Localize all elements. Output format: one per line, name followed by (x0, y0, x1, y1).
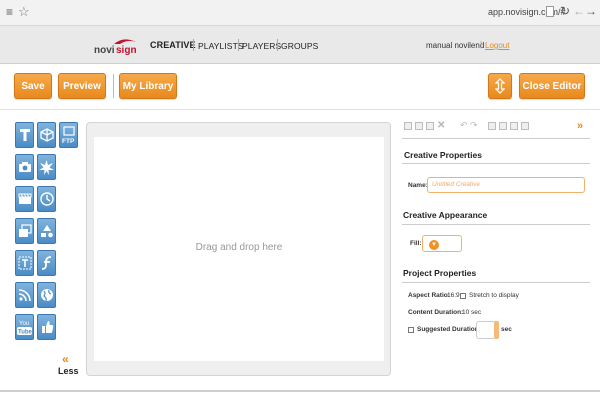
shapes-tool-icon[interactable] (37, 218, 56, 244)
stretch-label: Stretch to display (469, 292, 519, 299)
fill-dropdown-icon[interactable]: ▼ (429, 240, 439, 250)
back-icon[interactable]: ← (573, 4, 585, 18)
clock-tool-icon[interactable] (37, 186, 56, 212)
panel-divider (402, 282, 590, 283)
drop-zone[interactable]: Drag and drop here (94, 137, 384, 361)
nav-divider (277, 39, 278, 51)
rss-tool-icon[interactable] (15, 282, 34, 308)
forward-icon[interactable]: → (585, 4, 597, 18)
nav-playlists[interactable]: PLAYLISTS (198, 41, 244, 51)
video-tool-icon[interactable] (15, 186, 34, 212)
slideshow-tool-icon[interactable] (15, 218, 34, 244)
burst-tool-icon[interactable] (37, 154, 56, 180)
app-header: novi sign CREATIVE PLAYLISTS PLAYERS GRO… (0, 26, 600, 64)
browser-toolbar: ≡ ☆ app.novisign.com/# ↻ ← → (0, 0, 600, 26)
panel-divider (402, 138, 590, 139)
cut-icon[interactable] (415, 122, 423, 130)
duration-stepper[interactable] (494, 321, 499, 339)
nav-divider (238, 39, 239, 51)
delete-icon[interactable]: ✕ (437, 120, 445, 131)
ticker-tool-icon[interactable] (15, 250, 34, 276)
swap-orientation-button[interactable] (488, 73, 512, 99)
star-icon[interactable]: ☆ (18, 5, 30, 19)
3d-box-tool-icon[interactable] (37, 122, 56, 148)
editor-toolbar: Save Preview My Library Close Editor (0, 64, 600, 110)
menu-icon[interactable]: ≡ (6, 6, 13, 18)
nav-creative[interactable]: CREATIVE (150, 40, 196, 50)
nav-players[interactable]: PLAYERS (242, 41, 281, 51)
close-editor-button[interactable]: Close Editor (519, 73, 585, 99)
svg-text:sign: sign (116, 45, 137, 56)
youtube-tool-icon[interactable]: You Tube (15, 314, 34, 340)
canvas-frame: Drag and drop here (86, 122, 391, 376)
text-tool-icon[interactable] (15, 122, 34, 148)
ftp-tool-icon[interactable]: FTP (59, 122, 78, 148)
bring-forward-icon[interactable] (499, 122, 507, 130)
novisign-logo[interactable]: novi sign (94, 38, 146, 56)
send-back-icon[interactable] (521, 122, 529, 130)
fill-color-picker[interactable] (422, 235, 462, 252)
nav-groups[interactable]: GROUPS (281, 41, 318, 51)
project-properties-heading: Project Properties (403, 268, 477, 278)
user-name: manual novilend (426, 41, 485, 50)
svg-text:Tube: Tube (18, 330, 33, 336)
creative-appearance-heading: Creative Appearance (403, 210, 488, 220)
stretch-checkbox[interactable] (460, 293, 466, 299)
panel-expand-icon[interactable]: » (577, 120, 583, 132)
panel-divider (402, 163, 590, 164)
paste-icon[interactable] (426, 122, 434, 130)
swap-vertical-icon (495, 78, 505, 94)
properties-panel: ✕ ↶ ↷ » Creative Properties Name: Untitl… (398, 118, 592, 388)
aspect-ratio-label: Aspect Ratio: (408, 292, 450, 299)
svg-text:You: You (19, 321, 29, 327)
my-library-button[interactable]: My Library (119, 73, 177, 99)
redo-icon[interactable]: ↷ (470, 120, 478, 131)
creative-properties-heading: Creative Properties (404, 150, 482, 160)
less-toggle[interactable]: Less (58, 366, 79, 376)
save-button[interactable]: Save (14, 73, 52, 99)
user-separator: | (480, 40, 483, 49)
aspect-ratio-value: 16:9 (447, 292, 460, 299)
reload-icon[interactable]: ↻ (560, 4, 570, 18)
logout-link[interactable]: Logout (485, 41, 509, 50)
suggested-duration-checkbox[interactable] (408, 327, 414, 333)
less-arrow-icon[interactable]: « (62, 352, 69, 366)
suggested-duration-label: Suggested Duration: (417, 326, 481, 333)
facebook-tool-icon[interactable] (37, 314, 56, 340)
nav-divider (193, 39, 194, 51)
content-duration-label: Content Duration: (408, 309, 464, 316)
svg-text:novi: novi (94, 45, 115, 56)
fill-label: Fill: (410, 240, 422, 247)
camera-tool-icon[interactable] (15, 154, 34, 180)
name-label: Name: (408, 182, 428, 189)
page-bottom-border (0, 390, 600, 392)
toolbar-divider (113, 74, 114, 98)
panel-divider (402, 224, 590, 225)
bring-front-icon[interactable] (488, 122, 496, 130)
flash-tool-icon[interactable] (37, 250, 56, 276)
page-icon (546, 6, 554, 17)
svg-text:FTP: FTP (62, 138, 75, 145)
undo-icon[interactable]: ↶ (460, 120, 468, 131)
send-backward-icon[interactable] (510, 122, 518, 130)
copy-icon[interactable] (404, 122, 412, 130)
sec-unit-label: sec (501, 326, 512, 333)
web-tool-icon[interactable] (37, 282, 56, 308)
suggested-duration-input[interactable] (476, 321, 496, 339)
preview-button[interactable]: Preview (58, 73, 106, 99)
drop-placeholder: Drag and drop here (195, 242, 283, 253)
creative-name-field[interactable]: Untitled Creative (427, 177, 585, 193)
content-duration-value: 10 sec (462, 309, 482, 316)
